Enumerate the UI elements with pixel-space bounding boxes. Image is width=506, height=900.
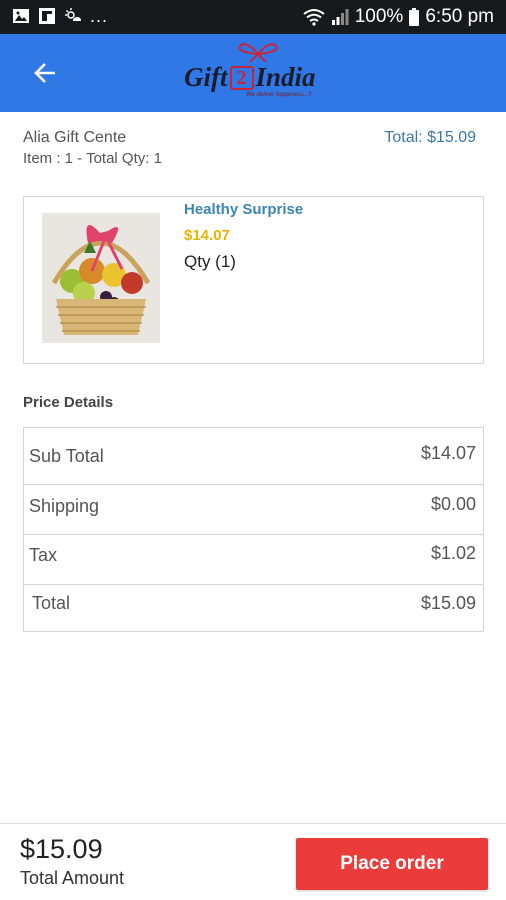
item-summary: Item : 1 - Total Qty: 1: [23, 150, 162, 167]
app-bar: Gift 2 India We deliver happiness...!!: [0, 34, 506, 112]
product-price: $14.07: [184, 227, 230, 244]
product-image[interactable]: [42, 213, 160, 343]
price-row-subtotal: Sub Total $14.07: [24, 428, 483, 485]
total-amount-value: $15.09: [20, 834, 103, 864]
fruit-basket-image: [42, 213, 160, 343]
price-row-label: Total: [32, 593, 71, 613]
status-right: 100% 6:50 pm: [303, 6, 494, 28]
bottom-bar: $15.09 Total Amount Place order: [0, 823, 506, 900]
logo-number: 2: [229, 66, 254, 90]
price-row-label: Tax: [29, 545, 58, 565]
status-bar: ... 100% 6:50 pm: [0, 0, 506, 34]
price-details-heading: Price Details: [23, 394, 114, 411]
status-dots: ...: [90, 6, 109, 26]
price-details-table: Sub Total $14.07 Shipping $0.00 Tax $1.0…: [23, 427, 484, 632]
price-row-shipping: Shipping $0.00: [24, 485, 483, 535]
battery-icon: [409, 8, 420, 26]
arrow-left-icon: [34, 63, 55, 83]
logo-text: Gift 2 India: [184, 62, 316, 93]
back-button[interactable]: [28, 58, 62, 88]
app-logo: Gift 2 India We deliver happiness...!!: [180, 42, 340, 104]
clock: 6:50 pm: [425, 6, 494, 27]
price-row-value: $15.09: [420, 593, 476, 613]
signal-icon: [331, 9, 349, 25]
logo-tagline: We deliver happiness...!!: [246, 92, 312, 98]
price-row-value: $14.07: [420, 443, 476, 463]
price-row-value: $1.02: [430, 543, 476, 563]
logo-word-gift: Gift: [184, 62, 228, 92]
image-icon: [13, 9, 29, 23]
total-amount-label: Total Amount: [20, 868, 125, 888]
order-total: Total: $15.09: [384, 129, 476, 146]
product-card[interactable]: Healthy Surprise $14.07 Qty (1): [23, 196, 484, 364]
battery-percent: 100%: [354, 6, 404, 27]
logo-word-india: India: [255, 62, 316, 92]
price-row-tax: Tax $1.02: [24, 535, 483, 585]
flipboard-icon: [39, 8, 55, 24]
store-name: Alia Gift Cente: [23, 129, 127, 146]
wifi-icon: [303, 9, 325, 26]
price-row-label: Shipping: [29, 496, 100, 516]
place-order-button[interactable]: Place order: [296, 838, 488, 890]
product-name[interactable]: Healthy Surprise: [184, 201, 303, 218]
status-left: ...: [12, 7, 108, 25]
price-row-label: Sub Total: [29, 446, 104, 466]
gift-bow-icon: [238, 43, 278, 62]
price-row-value: $0.00: [430, 494, 476, 514]
price-row-total: Total $15.09: [24, 585, 483, 631]
product-qty: Qty (1): [184, 252, 236, 271]
weather-icon: [65, 8, 81, 21]
